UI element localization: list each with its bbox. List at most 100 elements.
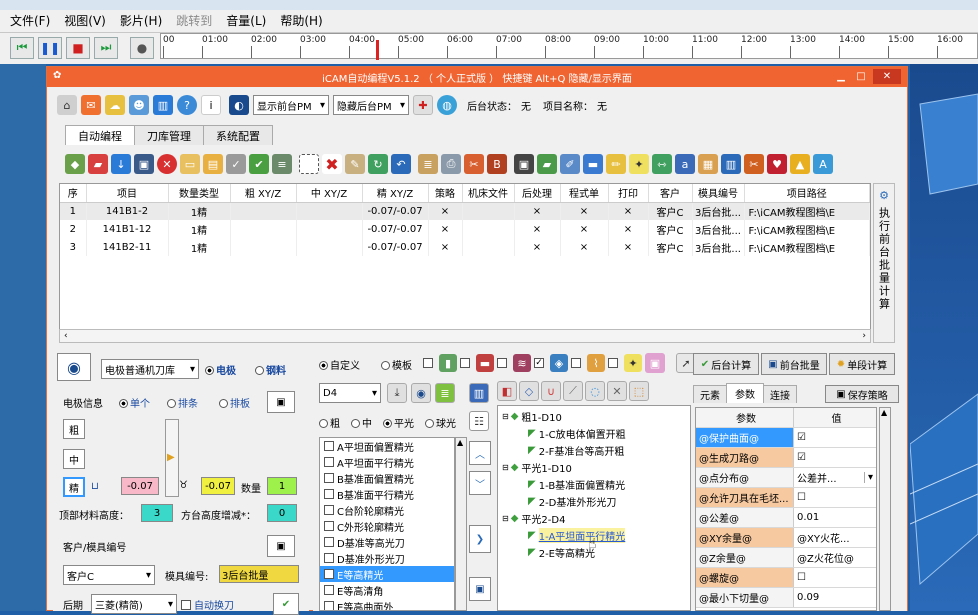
tab-auto-program[interactable]: 自动编程 — [65, 125, 135, 145]
post-combo[interactable]: 三菱(精简) ▾ — [91, 594, 177, 614]
square-height-field[interactable]: 0 — [267, 504, 297, 522]
minimize-button[interactable]: ▁ — [831, 69, 851, 84]
param-value[interactable]: @XY火花... — [794, 528, 876, 547]
message-icon[interactable]: ✉ — [81, 95, 101, 115]
mold-field[interactable]: 3后台批量 — [219, 565, 299, 583]
list-item[interactable]: B基准面偏置精光 — [320, 470, 454, 486]
list-item[interactable]: C台阶轮廓精光 — [320, 502, 454, 518]
param-value[interactable]: ☐ — [794, 568, 876, 587]
maximize-button[interactable]: □ — [851, 69, 871, 84]
menu-view[interactable]: 视图(V) — [64, 12, 106, 29]
param-value[interactable]: 0.09 — [794, 588, 876, 607]
prev-frame-button[interactable]: ⏮ — [10, 36, 34, 59]
folders-icon[interactable]: ▭ — [180, 154, 200, 174]
eye-icon[interactable]: ◉ — [411, 383, 431, 403]
radio-flat[interactable]: 平光 — [383, 415, 414, 430]
folder-open-icon[interactable]: ▰ — [88, 154, 108, 174]
magnet-icon[interactable]: ∪ — [541, 381, 561, 401]
param-row[interactable]: @点分布@ 公差并... ▾ — [696, 468, 876, 488]
ruler-icon[interactable]: ▬ — [583, 154, 603, 174]
menu-volume[interactable]: 音量(L) — [226, 12, 266, 29]
param-scrollbar[interactable]: ▲ — [879, 407, 891, 611]
col-header[interactable]: 机床文件 — [462, 184, 515, 203]
radio-custom[interactable]: 自定义 — [319, 357, 360, 372]
info-icon[interactable]: i — [201, 95, 221, 115]
heart-icon[interactable]: ♥ — [767, 154, 787, 174]
col-header[interactable]: 客户 — [648, 184, 693, 203]
open-folder-icon[interactable]: ▤ — [203, 154, 223, 174]
help-icon[interactable]: ? — [177, 95, 197, 115]
param-grid[interactable]: 参数 值 @保护曲面@ ☑ @生成刀路@ ☑ @点分布@ 公差并... ▾ @允许刀具在… — [695, 407, 877, 611]
save-icon[interactable]: ▣ — [134, 154, 154, 174]
confirm-button[interactable]: ✔ — [273, 593, 299, 615]
list-item-selected[interactable]: E等高精光 — [320, 566, 454, 582]
picture-icon[interactable]: ▣ — [645, 353, 665, 373]
save-customer-button[interactable]: ▣ — [267, 535, 295, 557]
list-item[interactable]: B基准面平行精光 — [320, 486, 454, 502]
record-button[interactable]: ● — [130, 36, 154, 59]
select-box-icon[interactable] — [299, 154, 319, 174]
cross-icon[interactable]: ✕ — [607, 381, 627, 401]
report-icon[interactable]: ≣ — [418, 154, 438, 174]
param-row[interactable]: @XY余量@ @XY火花... — [696, 528, 876, 548]
pause-button[interactable]: ❚❚ — [38, 36, 62, 59]
tab-system-config[interactable]: 系统配置 — [203, 125, 273, 145]
block-red-icon[interactable]: ◧ — [497, 381, 517, 401]
tab-elements[interactable]: 元素 — [693, 385, 727, 403]
check-icon[interactable]: ✔ — [249, 154, 269, 174]
radio-board[interactable]: 排板 — [219, 395, 250, 410]
delete-icon[interactable]: ✖ — [322, 154, 342, 174]
fg-batch-button[interactable]: ▣ 前台批量 — [761, 353, 827, 375]
checklist-icon[interactable]: ≡ — [272, 154, 292, 174]
save-tree-button[interactable]: ▣ — [469, 577, 491, 601]
menu-jump[interactable]: 跳转到 — [176, 12, 212, 29]
tab-params[interactable]: 参数 — [726, 383, 764, 403]
param-value[interactable]: @Z火花位@ — [794, 548, 876, 567]
bom-icon[interactable]: B — [487, 154, 507, 174]
menu-help[interactable]: 帮助(H) — [280, 12, 322, 29]
scroll-left-icon[interactable]: ‹ — [64, 331, 68, 341]
pencil-icon[interactable]: ✏ — [606, 154, 626, 174]
show-pm-combo[interactable]: 显示前台PM ▾ — [253, 95, 329, 115]
abc-icon[interactable]: a — [675, 154, 695, 174]
list-item[interactable]: A平坦面平行精光 — [320, 454, 454, 470]
filter-checkbox[interactable] — [608, 358, 618, 368]
filter-checkbox[interactable] — [571, 358, 581, 368]
list-item[interactable]: E等高曲面外 — [320, 598, 454, 610]
collapse-icon[interactable]: ⊟ — [502, 412, 509, 421]
tool-library-combo[interactable]: 电极普通机刀库 ▾ — [101, 359, 199, 379]
col-header[interactable]: 项目路径 — [744, 184, 870, 203]
book-icon[interactable]: ▥ — [153, 95, 173, 115]
next-frame-button[interactable]: ⏭ — [94, 36, 118, 59]
tree-node[interactable]: ◤ 1-C放电体偏置开粗 — [502, 425, 686, 442]
stripes-icon[interactable]: ≣ — [435, 383, 455, 403]
chat-icon[interactable]: ☁ — [105, 95, 125, 115]
filter-checkbox[interactable]: ✓ — [534, 358, 544, 368]
trash-icon[interactable]: ▮ — [439, 354, 457, 372]
param-row[interactable]: @允许刀具在毛坯... ☐ — [696, 488, 876, 508]
add-to-tree-button[interactable]: ❯ — [469, 525, 491, 553]
tool-icon[interactable]: ⤓ — [387, 383, 407, 403]
lock-icon[interactable]: ▲ — [790, 154, 810, 174]
block-icon[interactable]: ▬ — [476, 354, 494, 372]
shape-icon[interactable]: ◈ — [550, 354, 568, 372]
filter-checkbox[interactable] — [423, 358, 433, 368]
radio-ball[interactable]: 球光 — [425, 415, 456, 430]
tree-node-group[interactable]: ⊟ ◆ 平光1-D10 — [502, 459, 686, 476]
books-icon[interactable]: ▥ — [721, 154, 741, 174]
tool-combo[interactable]: D4 ▾ — [319, 383, 381, 403]
menu-movie[interactable]: 影片(H) — [120, 12, 162, 29]
list-item[interactable]: A平坦面偏置精光 — [320, 438, 454, 454]
cube-icon[interactable]: ◆ — [65, 154, 85, 174]
param-value[interactable]: 0.01 — [794, 508, 876, 527]
cube-outline-icon[interactable]: ◇ — [519, 381, 539, 401]
col-header[interactable]: 打印 — [608, 184, 649, 203]
param-row[interactable]: @最小下切量@ 0.09 — [696, 588, 876, 608]
powermill-icon[interactable]: ◐ — [229, 95, 249, 115]
radio-steel[interactable]: 钢料 — [255, 362, 286, 377]
param-row[interactable]: @生成刀路@ ☑ — [696, 448, 876, 468]
col-header[interactable]: 粗 XY/Z — [230, 184, 297, 203]
wand-icon[interactable]: ✦ — [629, 154, 649, 174]
stop-button[interactable]: ■ — [66, 36, 90, 59]
param-value[interactable]: ☑ — [794, 448, 876, 467]
